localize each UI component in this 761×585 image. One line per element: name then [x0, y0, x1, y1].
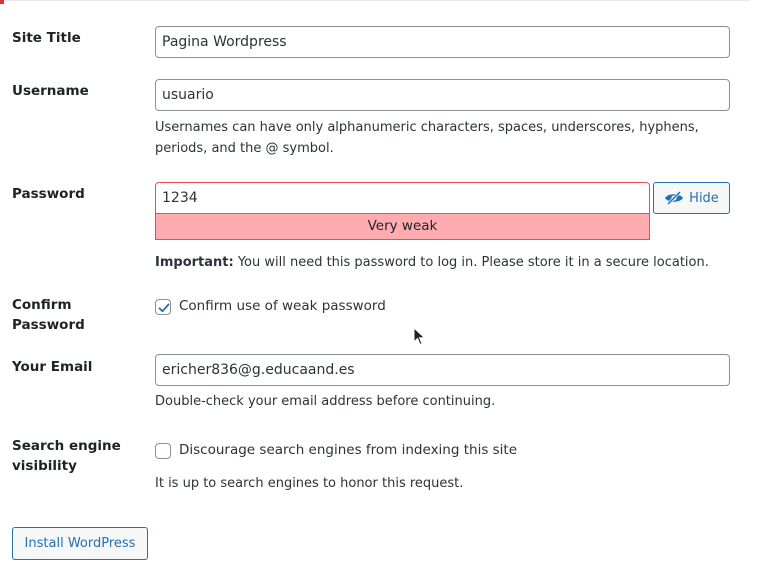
discourage-search-engines-label[interactable]: Discourage search engines from indexing … — [179, 440, 517, 460]
password-notice-text: You will need this password to log in. P… — [233, 255, 709, 270]
username-label: Username — [12, 83, 89, 99]
top-divider — [0, 0, 750, 1]
email-input[interactable]: ericher836@g.educaand.es — [155, 354, 730, 386]
email-label: Your Email — [12, 359, 93, 375]
install-wordpress-button[interactable]: Install WordPress — [12, 527, 148, 560]
confirm-weak-password-checkbox[interactable] — [155, 299, 171, 315]
confirm-weak-password-label[interactable]: Confirm use of weak password — [179, 296, 386, 316]
password-notice-important: Important: — [155, 255, 234, 270]
search-engine-visibility-label: Search engine visibility — [12, 438, 121, 474]
password-strength-indicator: Very weak — [155, 213, 650, 240]
confirm-password-label: Confirm Password — [12, 297, 85, 333]
email-description: Double-check your email address before c… — [155, 394, 496, 409]
site-title-label: Site Title — [12, 30, 81, 46]
username-description: Usernames can have only alphanumeric cha… — [155, 120, 699, 156]
eye-slash-icon — [664, 191, 684, 205]
hide-password-button[interactable]: Hide — [653, 182, 730, 214]
checkmark-icon — [158, 303, 170, 313]
search-engine-description: It is up to search engines to honor this… — [155, 476, 464, 491]
discourage-search-engines-checkbox[interactable] — [155, 443, 171, 459]
password-input[interactable]: 1234 — [155, 182, 650, 214]
site-title-input[interactable]: Pagina Wordpress — [155, 26, 730, 58]
password-notice: Important: You will need this password t… — [155, 252, 755, 273]
username-input[interactable]: usuario — [155, 79, 730, 111]
hide-label: Hide — [689, 190, 719, 206]
password-label: Password — [12, 186, 85, 202]
mouse-cursor-icon — [413, 327, 426, 346]
top-edge-mark — [0, 0, 4, 4]
